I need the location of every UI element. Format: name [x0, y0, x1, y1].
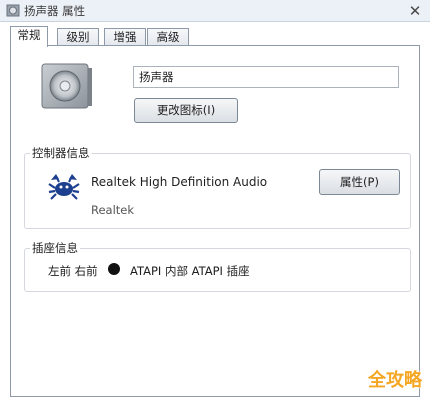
window-title: 扬声器 属性 [24, 4, 86, 18]
properties-button[interactable]: 属性(P) [319, 169, 400, 195]
tab-enhancements[interactable]: 增强 [104, 28, 146, 46]
controller-info-label: 控制器信息 [30, 146, 92, 160]
jack-info-label: 插座信息 [30, 241, 80, 255]
tab-levels[interactable]: 级别 [57, 28, 99, 46]
change-icon-button[interactable]: 更改图标(I) [134, 98, 238, 123]
tab-general[interactable]: 常规 [10, 26, 48, 47]
controller-name: Realtek High Definition Audio [91, 175, 268, 189]
realtek-crab-icon [48, 174, 80, 200]
close-button[interactable]: ✕ [406, 2, 424, 20]
device-name-field[interactable]: 扬声器 [133, 66, 399, 88]
controller-vendor: Realtek [91, 203, 135, 217]
title-bar: 扬声器 属性 ✕ [0, 0, 430, 22]
watermark-text: 全攻略 [368, 370, 422, 391]
speaker-icon [6, 4, 20, 17]
jack-description: ATAPI 内部 ATAPI 插座 [130, 264, 250, 278]
tab-advanced[interactable]: 高级 [147, 28, 189, 46]
jack-color-dot [108, 263, 120, 275]
speaker-device-icon [41, 63, 92, 109]
jack-position: 左前 右前 [48, 264, 98, 278]
